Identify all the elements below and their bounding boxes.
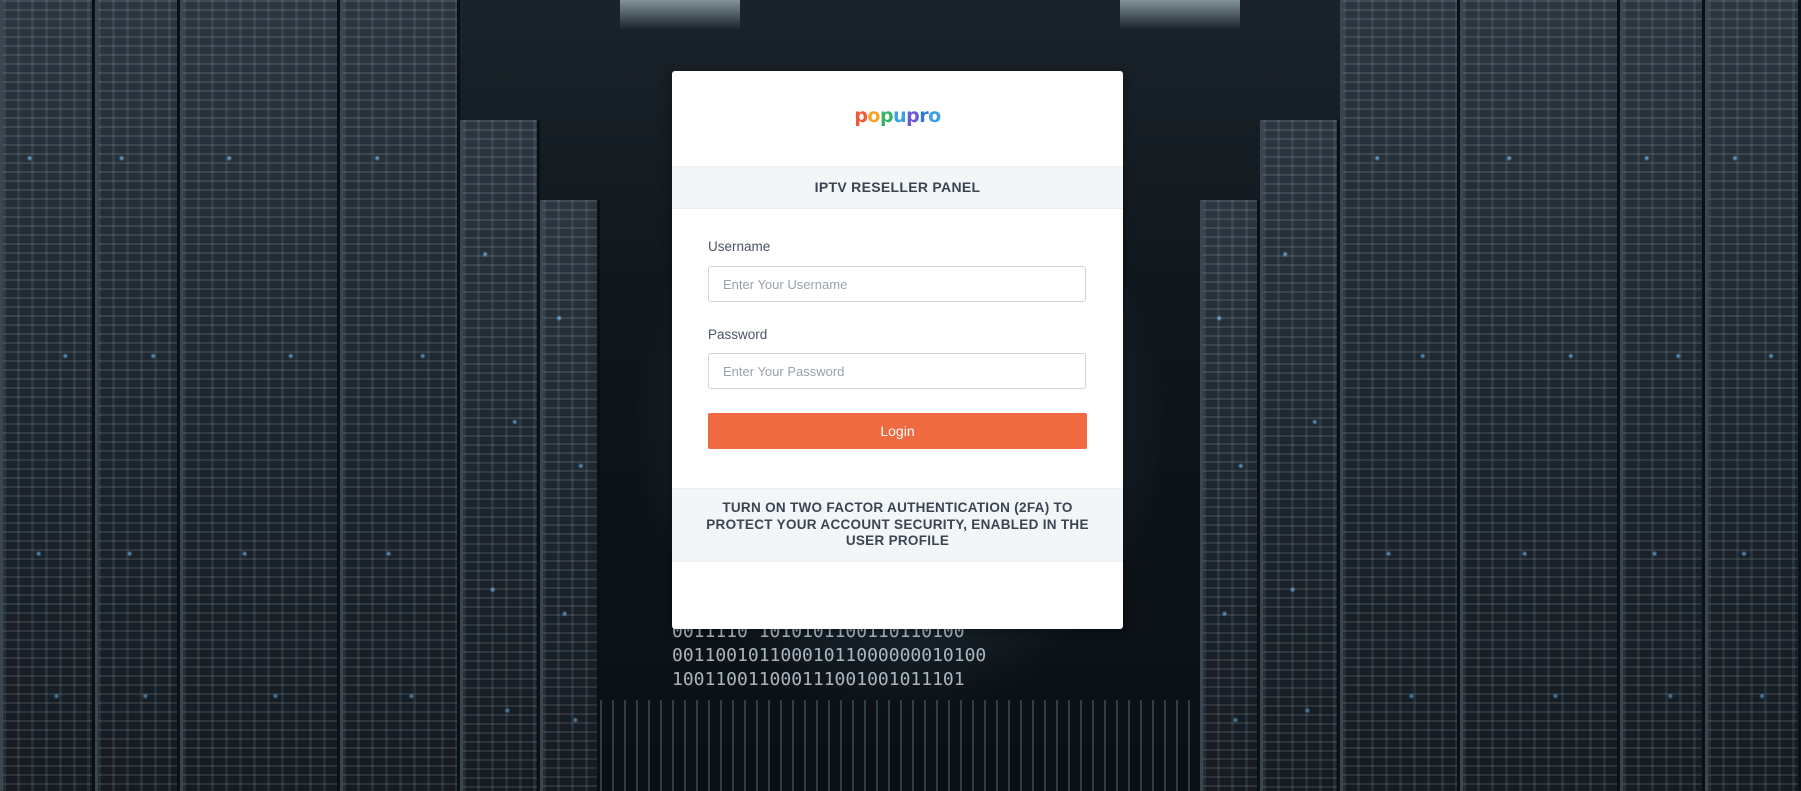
ceiling-light (620, 0, 740, 30)
server-rack (95, 0, 180, 791)
password-input[interactable] (708, 353, 1086, 389)
username-input[interactable] (708, 266, 1086, 302)
server-rack (540, 200, 600, 791)
server-rack (1200, 200, 1260, 791)
server-rack (0, 0, 95, 791)
panel-title: IPTV RESELLER PANEL (672, 166, 1123, 209)
server-rack (1340, 0, 1460, 791)
username-label: Username (708, 239, 771, 254)
ceiling-light (1120, 0, 1240, 30)
server-rack (460, 120, 540, 791)
floor-lights (600, 700, 1200, 791)
login-card: popupro IPTV RESELLER PANEL Username Pas… (672, 71, 1123, 629)
server-rack (1705, 0, 1801, 791)
login-button[interactable]: Login (708, 413, 1087, 449)
server-rack (1620, 0, 1705, 791)
password-label: Password (708, 327, 768, 342)
server-rack (180, 0, 340, 791)
popupro-logo: popupro (854, 105, 941, 127)
server-rack (340, 0, 460, 791)
server-rack (1260, 120, 1340, 791)
server-rack (1460, 0, 1620, 791)
two-factor-notice: TURN ON TWO FACTOR AUTHENTICATION (2FA) … (672, 488, 1123, 562)
